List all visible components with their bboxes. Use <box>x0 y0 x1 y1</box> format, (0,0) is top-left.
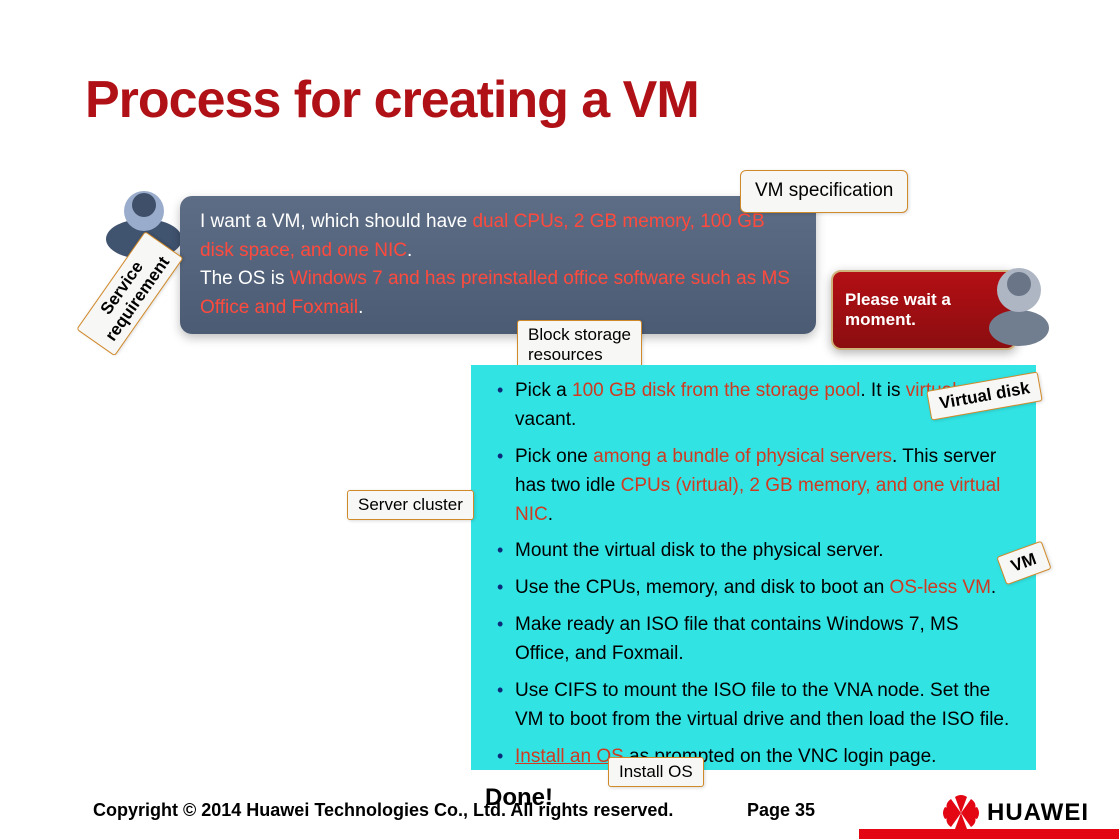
step-item: Make ready an ISO file that contains Win… <box>497 611 1018 669</box>
req-line1: I want a VM, which should have dual CPUs… <box>200 208 800 265</box>
callout-block-storage: Block storage resources <box>517 320 642 371</box>
callout-vm-specification: VM specification <box>740 170 908 213</box>
callout-server-cluster: Server cluster <box>347 490 474 520</box>
step-text: . <box>991 577 996 598</box>
callout-label: resources <box>528 345 631 365</box>
steps-list: Pick a 100 GB disk from the storage pool… <box>497 377 1018 772</box>
steps-panel: Pick a 100 GB disk from the storage pool… <box>471 365 1036 770</box>
step-text: . <box>548 504 553 525</box>
step-item: Pick one among a bundle of physical serv… <box>497 443 1018 530</box>
step-text: . It is <box>860 380 905 401</box>
brand-logo: HUAWEI <box>941 793 1089 833</box>
req-text: I want a VM, which should have <box>200 211 472 232</box>
step-highlight: OS-less VM <box>890 577 991 598</box>
req-text: . <box>358 297 363 318</box>
req-text: . <box>407 240 412 261</box>
step-text: Use the CPUs, memory, and disk to boot a… <box>515 577 890 598</box>
step-text: Make ready an ISO file that contains Win… <box>515 614 959 664</box>
footer: Copyright © 2014 Huawei Technologies Co.… <box>0 785 1119 839</box>
step-item: Use the CPUs, memory, and disk to boot a… <box>497 574 1018 603</box>
callout-label: VM specification <box>755 180 893 201</box>
slide-title: Process for creating a VM <box>85 70 699 130</box>
step-text: Use CIFS to mount the ISO file to the VN… <box>515 680 1009 730</box>
step-highlight: among a bundle of physical servers <box>593 446 892 467</box>
callout-install-os: Install OS <box>608 757 704 787</box>
req-line2: The OS is Windows 7 and has preinstalled… <box>200 265 800 322</box>
step-item: Use CIFS to mount the ISO file to the VN… <box>497 677 1018 735</box>
copyright-text: Copyright © 2014 Huawei Technologies Co.… <box>93 800 673 821</box>
req-text: The OS is <box>200 268 290 289</box>
step-highlight: 100 GB disk from the storage pool <box>572 380 860 401</box>
step-item: Install an OS as prompted on the VNC log… <box>497 743 1018 772</box>
step-text: Pick a <box>515 380 572 401</box>
step-item: Mount the virtual disk to the physical s… <box>497 537 1018 566</box>
page-number: Page 35 <box>747 800 815 821</box>
huawei-logo-icon <box>941 793 981 833</box>
callout-label: Block storage <box>528 325 631 345</box>
step-text: Mount the virtual disk to the physical s… <box>515 540 884 561</box>
requirement-bubble: I want a VM, which should have dual CPUs… <box>180 196 816 334</box>
slide: Process for creating a VM I want a VM, w… <box>0 0 1119 839</box>
step-text: Pick one <box>515 446 593 467</box>
brand-text: HUAWEI <box>987 799 1089 827</box>
callout-service-requirement: Service requirement <box>76 231 184 357</box>
wait-text: Please wait a moment. <box>845 290 1003 330</box>
agent-icon <box>985 260 1053 348</box>
